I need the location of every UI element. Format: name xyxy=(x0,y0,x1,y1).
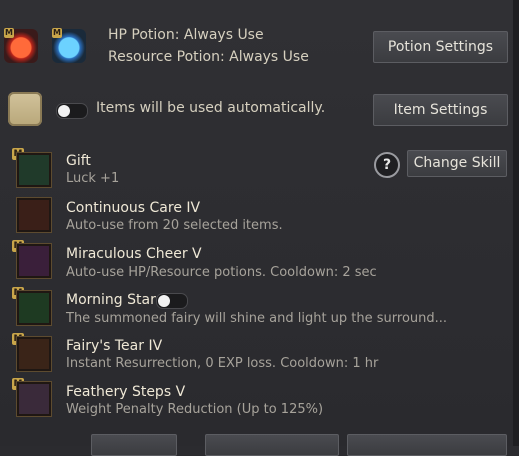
potion-skill-icon[interactable] xyxy=(16,243,52,279)
clover-skill-icon[interactable] xyxy=(16,152,52,188)
resource-potion-badge: M xyxy=(52,28,62,38)
hp-potion-label: HP Potion: Always Use xyxy=(108,27,264,43)
tear-skill-icon[interactable] xyxy=(16,336,52,372)
toggle-knob xyxy=(58,105,70,117)
bottom-button-right[interactable] xyxy=(347,434,507,456)
help-icon[interactable]: ? xyxy=(374,152,400,178)
bottom-button-left[interactable] xyxy=(91,434,177,456)
skill-desc-gift: Luck +1 xyxy=(66,171,120,186)
skill-title-gift: Gift xyxy=(66,153,91,169)
resource-potion-label: Resource Potion: Always Use xyxy=(108,49,309,65)
item-auto-text: Items will be used automatically. xyxy=(96,100,326,116)
skill-title-miraculous-cheer: Miraculous Cheer V xyxy=(66,246,202,262)
skill-title-continuous-care: Continuous Care IV xyxy=(66,200,201,216)
toggle-knob xyxy=(158,295,170,307)
bottom-button-middle[interactable] xyxy=(205,434,339,456)
item-settings-button[interactable]: Item Settings xyxy=(373,94,508,126)
skill-desc-fairys-tear: Instant Resurrection, 0 EXP loss. Cooldo… xyxy=(66,356,379,371)
item-auto-toggle[interactable] xyxy=(56,103,88,119)
skill-desc-miraculous-cheer: Auto-use HP/Resource potions. Cooldown: … xyxy=(66,265,377,280)
panel-edge xyxy=(513,0,519,446)
skill-desc-feathery-steps: Weight Penalty Reduction (Up to 125%) xyxy=(66,402,324,417)
skill-title-morning-star: Morning Star xyxy=(66,292,156,308)
potion-settings-button[interactable]: Potion Settings xyxy=(373,31,508,63)
skill-desc-morning-star: The summoned fairy will shine and light … xyxy=(66,311,448,326)
feather-skill-icon[interactable] xyxy=(16,381,52,417)
hp-potion-badge: M xyxy=(4,28,14,38)
lantern-skill-icon[interactable] xyxy=(16,290,52,326)
skill-desc-continuous-care: Auto-use from 20 selected items. xyxy=(66,218,283,233)
morning-star-toggle[interactable] xyxy=(156,293,188,309)
skill-title-fairys-tear: Fairy's Tear IV xyxy=(66,338,163,354)
change-skill-button[interactable]: Change Skill xyxy=(407,150,507,177)
skill-title-feathery-steps: Feathery Steps V xyxy=(66,384,186,400)
auto-item-icon xyxy=(8,92,42,126)
fairy-skill-icon[interactable] xyxy=(16,197,52,233)
